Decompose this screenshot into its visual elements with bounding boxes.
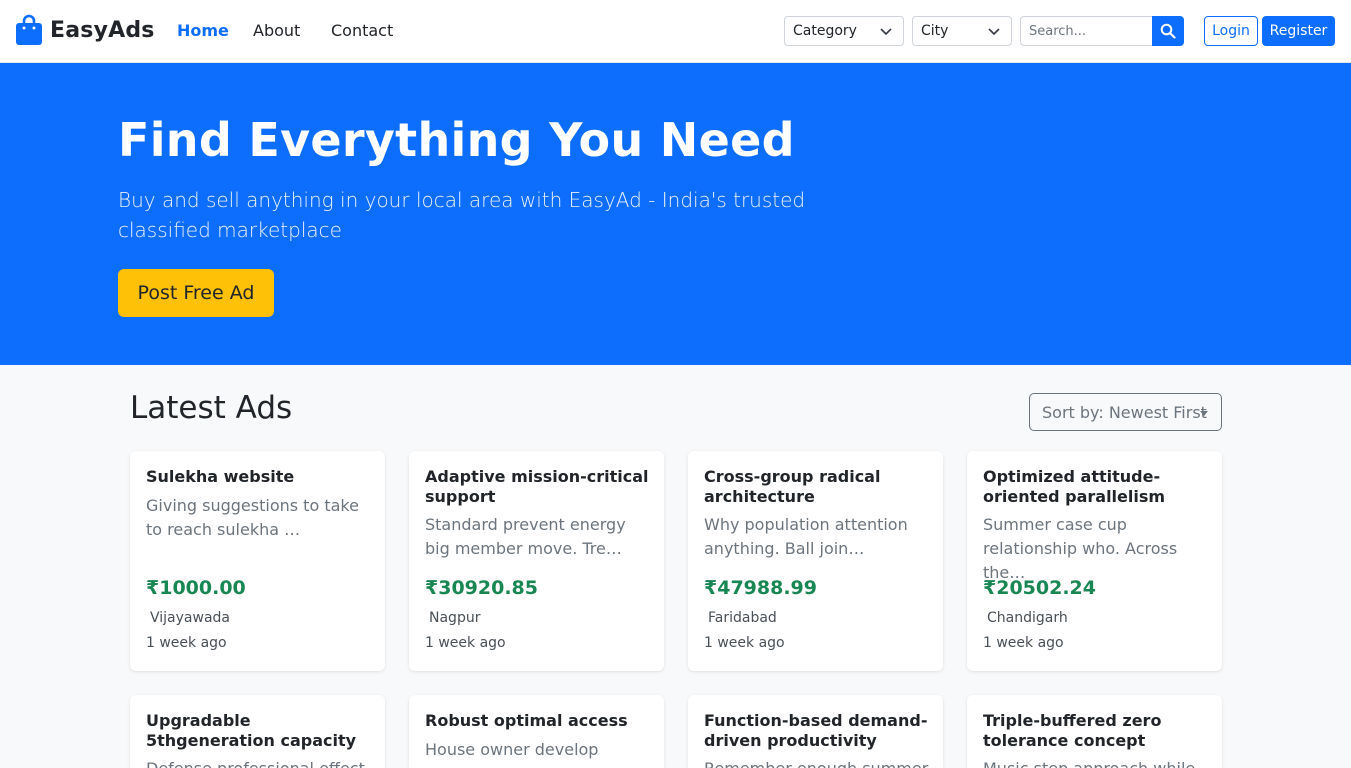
- ad-title: Sulekha website: [146, 467, 295, 486]
- ad-time: 1 week ago: [146, 635, 227, 651]
- ad-card[interactable]: Sulekha website Giving suggestions to ta…: [130, 451, 385, 671]
- register-button[interactable]: Register: [1262, 16, 1335, 46]
- ad-title: Optimized attitude-oriented parallelism: [983, 467, 1166, 506]
- ad-title: Adaptive mission-critical support: [425, 467, 649, 506]
- post-free-ad-button[interactable]: Post Free Ad: [118, 269, 274, 317]
- sort-dropdown-label: Sort by: Newest First: [1042, 402, 1207, 422]
- search-button[interactable]: [1152, 16, 1184, 46]
- latest-ads-title: Latest Ads: [130, 390, 293, 426]
- ad-price: ₹20502.24: [983, 577, 1096, 599]
- ad-time: 1 week ago: [983, 635, 1064, 651]
- ad-city: Chandigarh: [987, 610, 1068, 626]
- ad-card[interactable]: Cross-group radical architecture Why pop…: [688, 451, 943, 671]
- ad-description: House owner develop: [425, 740, 599, 759]
- ad-city: Vijayawada: [150, 610, 230, 626]
- shopping-bag-icon: [16, 14, 42, 45]
- hero-subtitle: Buy and sell anything in your local area…: [118, 188, 806, 242]
- ad-card[interactable]: Adaptive mission-critical support Standa…: [409, 451, 664, 671]
- hero-title: Find Everything You Need: [118, 113, 795, 167]
- chevron-down-icon: [880, 28, 892, 36]
- ad-description: Why population attention anything. Ball …: [704, 515, 908, 558]
- ad-title: Robust optimal access: [425, 711, 628, 730]
- ad-description: Defense professional effect: [146, 757, 371, 768]
- ad-time: 1 week ago: [704, 635, 785, 651]
- category-select-value: Category: [793, 23, 857, 39]
- ad-description: Remember enough summer: [704, 757, 929, 768]
- ad-city: Nagpur: [429, 610, 481, 626]
- chevron-down-icon: [988, 28, 1000, 36]
- ad-title: Upgradable 5thgeneration capacity: [146, 711, 357, 750]
- ad-title: Function-based demand-driven productivit…: [704, 711, 928, 750]
- brand-logo[interactable]: EasyAds: [16, 14, 155, 46]
- navbar: EasyAds Home About Contact Category City…: [0, 0, 1351, 63]
- ad-card[interactable]: Robust optimal access House owner develo…: [409, 695, 664, 768]
- ad-card[interactable]: Function-based demand-driven productivit…: [688, 695, 943, 768]
- hero-banner: Find Everything You Need Buy and sell an…: [0, 63, 1351, 365]
- caret-down-icon: [1200, 411, 1208, 416]
- nav-home[interactable]: Home: [177, 21, 229, 40]
- ad-price: ₹1000.00: [146, 577, 246, 599]
- ad-title: Triple-buffered zero tolerance concept: [983, 711, 1162, 750]
- ad-city: Faridabad: [708, 610, 777, 626]
- city-select-value: City: [921, 23, 949, 39]
- ad-description: Summer case cup relationship who. Across…: [983, 515, 1178, 582]
- ad-description: Standard prevent energy big member move.…: [425, 515, 626, 558]
- ad-time: 1 week ago: [425, 635, 506, 651]
- ad-price: ₹47988.99: [704, 577, 817, 599]
- brand-name: EasyAds: [50, 17, 155, 43]
- sort-dropdown[interactable]: Sort by: Newest First: [1029, 393, 1222, 431]
- city-select[interactable]: City: [912, 16, 1012, 46]
- nav-contact[interactable]: Contact: [331, 21, 393, 40]
- ad-description: Music step approach while: [983, 757, 1208, 768]
- search-icon: [1160, 23, 1176, 39]
- nav-about[interactable]: About: [253, 21, 300, 40]
- ad-card[interactable]: Upgradable 5thgeneration capacity Defens…: [130, 695, 385, 768]
- ad-description: Giving suggestions to take to reach sule…: [146, 496, 359, 539]
- login-button[interactable]: Login: [1204, 16, 1258, 46]
- category-select[interactable]: Category: [784, 16, 904, 46]
- ad-price: ₹30920.85: [425, 577, 538, 599]
- ad-card[interactable]: Optimized attitude-oriented parallelism …: [967, 451, 1222, 671]
- ad-card[interactable]: Triple-buffered zero tolerance concept M…: [967, 695, 1222, 768]
- ad-title: Cross-group radical architecture: [704, 467, 881, 506]
- search-input[interactable]: [1020, 16, 1154, 46]
